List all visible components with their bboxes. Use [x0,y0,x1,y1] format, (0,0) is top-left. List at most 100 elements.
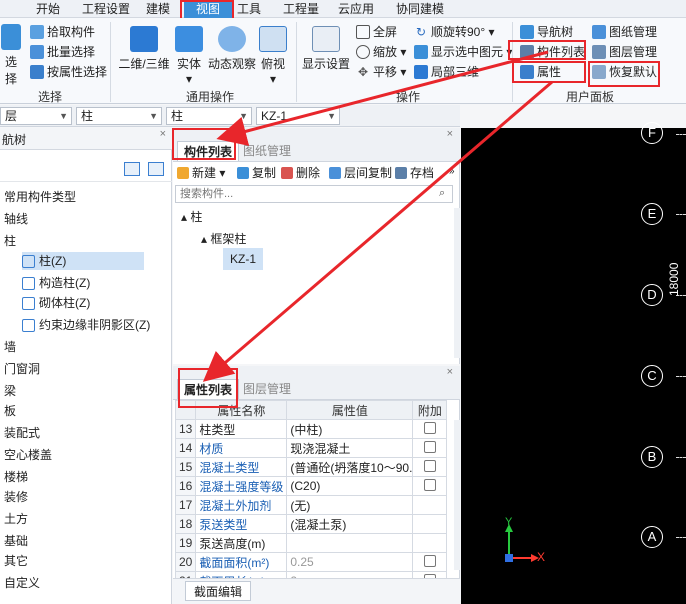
tree-root[interactable]: ▴ 柱 [181,208,202,225]
pick-component-button[interactable]: 拾取构件 [30,22,95,42]
menu-collab[interactable]: 协同建模 [392,0,448,18]
nav-item-axis[interactable]: 轴线 [4,210,28,228]
drawing-canvas[interactable]: F E D C B A 18000 Y X [461,122,686,604]
top-view-button[interactable]: 俯视▾ [258,26,288,86]
nav-item-prefab[interactable]: 装配式 [4,424,40,442]
table-row[interactable]: 18 泵送类型 (混凝土泵) [174,514,448,534]
fullscreen-button[interactable]: 全屏 [356,22,397,42]
nav-sub-column[interactable]: 柱(Z) [22,252,144,270]
nav-tree-button[interactable]: 导航树 [520,22,573,42]
drawing-mgmt-button[interactable]: 图纸管理 [592,22,657,42]
list-view-icon[interactable] [124,162,140,176]
constraint-edge-icon [22,318,35,332]
delete-button[interactable]: 删除 [281,164,320,182]
nav-item-hollow-floor[interactable]: 空心楼盖 [4,446,52,464]
nav-item-earthwork[interactable]: 土方 [4,510,28,528]
tree-leaf-kz1[interactable]: KZ-1 [223,248,263,270]
checkbox[interactable] [423,478,436,491]
component-subtype-select[interactable]: 柱 ▼ [166,107,252,125]
solid-button[interactable]: 实体▾ [174,26,204,86]
nav-item-wall[interactable]: 墙 [4,338,16,356]
local-3d-button[interactable]: 局部三维 [414,62,479,82]
dynamic-observe-button[interactable]: 动态观察 [208,26,256,72]
menu-project-settings[interactable]: 工程设置 [80,0,132,18]
section-edit-button[interactable]: 截面编辑 [185,581,252,601]
nav-item-custom[interactable]: 自定义 [4,574,40,592]
drawing-icon [592,25,606,39]
component-name-select[interactable]: KZ-1 ▼ [256,107,340,125]
grid-view-icon[interactable] [148,162,164,176]
nav-item-other[interactable]: 其它 [4,552,28,570]
nav-item-beam[interactable]: 梁 [4,382,16,400]
floor-copy-button[interactable]: 层间复制 [329,164,392,182]
scrollbar[interactable] [454,208,460,358]
component-type-select[interactable]: 柱 ▼ [76,107,162,125]
nav-item-slab[interactable]: 板 [4,402,16,420]
nav-item-foundation[interactable]: 基础 [4,532,28,550]
x-axis-label: X [537,550,546,564]
attr-select-icon [30,65,44,79]
archive-button[interactable]: 存档 [395,164,434,182]
select-by-attr-button[interactable]: 按属性选择 [30,62,107,82]
dimension-label: 18000 [667,262,681,296]
batch-select-button[interactable]: 批量选择 [30,42,95,62]
nav-item-column[interactable]: 柱 [4,232,16,250]
component-list-panel: × 构件列表 图纸管理 新建 ▾ 复制 删除 层间复制 存档 » ⌕ ▴ 柱 ▴… [173,128,460,364]
delete-icon [281,167,293,179]
2d-3d-button[interactable]: 二维/三维 [118,26,170,72]
checkbox[interactable] [423,440,436,453]
scrollbar[interactable] [454,420,460,570]
copy-button[interactable]: 复制 [237,164,276,182]
layer-mgmt-button[interactable]: 图层管理 [592,42,657,62]
table-row[interactable]: 17 混凝土外加剂 (无) [174,495,448,515]
3d-icon [130,26,158,52]
select-big-button[interactable]: 选择 [0,24,22,87]
axis-line-c [676,376,686,377]
table-row[interactable]: 15 混凝土类型 (普通砼(坍落度10～90... [174,457,448,477]
display-settings-button[interactable]: 显示设置 [302,26,350,72]
tab-layer-mgmt[interactable]: 图层管理 [237,379,297,399]
table-row[interactable]: 19 泵送高度(m) [174,533,448,553]
divider [296,22,297,102]
show-selected-button[interactable]: 显示选中图元 ▾ [414,42,512,62]
menu-start[interactable]: 开始 [28,0,68,18]
component-list-tab-highlight [172,128,236,160]
table-row[interactable]: 13 柱类型 (中柱) [174,419,448,439]
floor-select[interactable]: 层 ▼ [0,107,72,125]
new-button[interactable]: 新建 ▾ [177,164,225,182]
nav-item-decoration[interactable]: 装修 [4,488,28,506]
nav-item-door-window[interactable]: 门窗洞 [4,360,40,378]
search-input[interactable] [175,185,453,203]
more-icon[interactable]: » [449,166,455,177]
nav-tree-icon [520,25,534,39]
zoom-button[interactable]: 缩放 ▾ [356,42,406,62]
table-row[interactable]: 20 截面面积(m²) 0.25 [174,552,448,572]
menu-modeling[interactable]: 建模 [140,0,176,18]
property-list-tab-highlight [178,368,238,408]
component-list-highlight [508,40,586,60]
table-row[interactable]: 14 材质 现浇混凝土 [174,438,448,458]
tab-drawing-mgmt[interactable]: 图纸管理 [237,141,297,161]
nav-item-common[interactable]: 常用构件类型 [4,188,76,206]
pan-button[interactable]: ✥ 平移 ▾ [356,62,406,82]
nav-sub-constraint-edge[interactable]: 约束边缘非阴影区(Z) [22,316,150,334]
layer-icon [592,45,606,59]
checkbox[interactable] [423,421,436,434]
nav-sub-constructional-column[interactable]: 构造柱(Z) [22,274,90,292]
axis-line-a [676,537,686,538]
table-row[interactable]: 16 混凝土强度等级 (C20) [174,476,448,496]
search-icon[interactable]: ⌕ [439,187,445,200]
menu-quantities[interactable]: 工程量 [280,0,322,18]
close-icon[interactable]: × [447,366,453,378]
checkbox[interactable] [423,459,436,472]
rotate-90-button[interactable]: ↻ 顺旋转90° ▾ [414,22,495,42]
menu-cloud[interactable]: 云应用 [334,0,378,18]
close-icon[interactable]: × [447,128,453,140]
nav-sub-masonry-column[interactable]: 砌体柱(Z) [22,294,90,312]
nav-item-stairs[interactable]: 楼梯 [4,468,28,486]
tree-child[interactable]: ▴ 框架柱 [201,230,246,247]
menu-tools[interactable]: 工具 [234,0,264,18]
checkbox[interactable] [423,554,436,567]
axis-label-f: F [641,122,663,144]
close-icon[interactable]: × [160,128,166,140]
